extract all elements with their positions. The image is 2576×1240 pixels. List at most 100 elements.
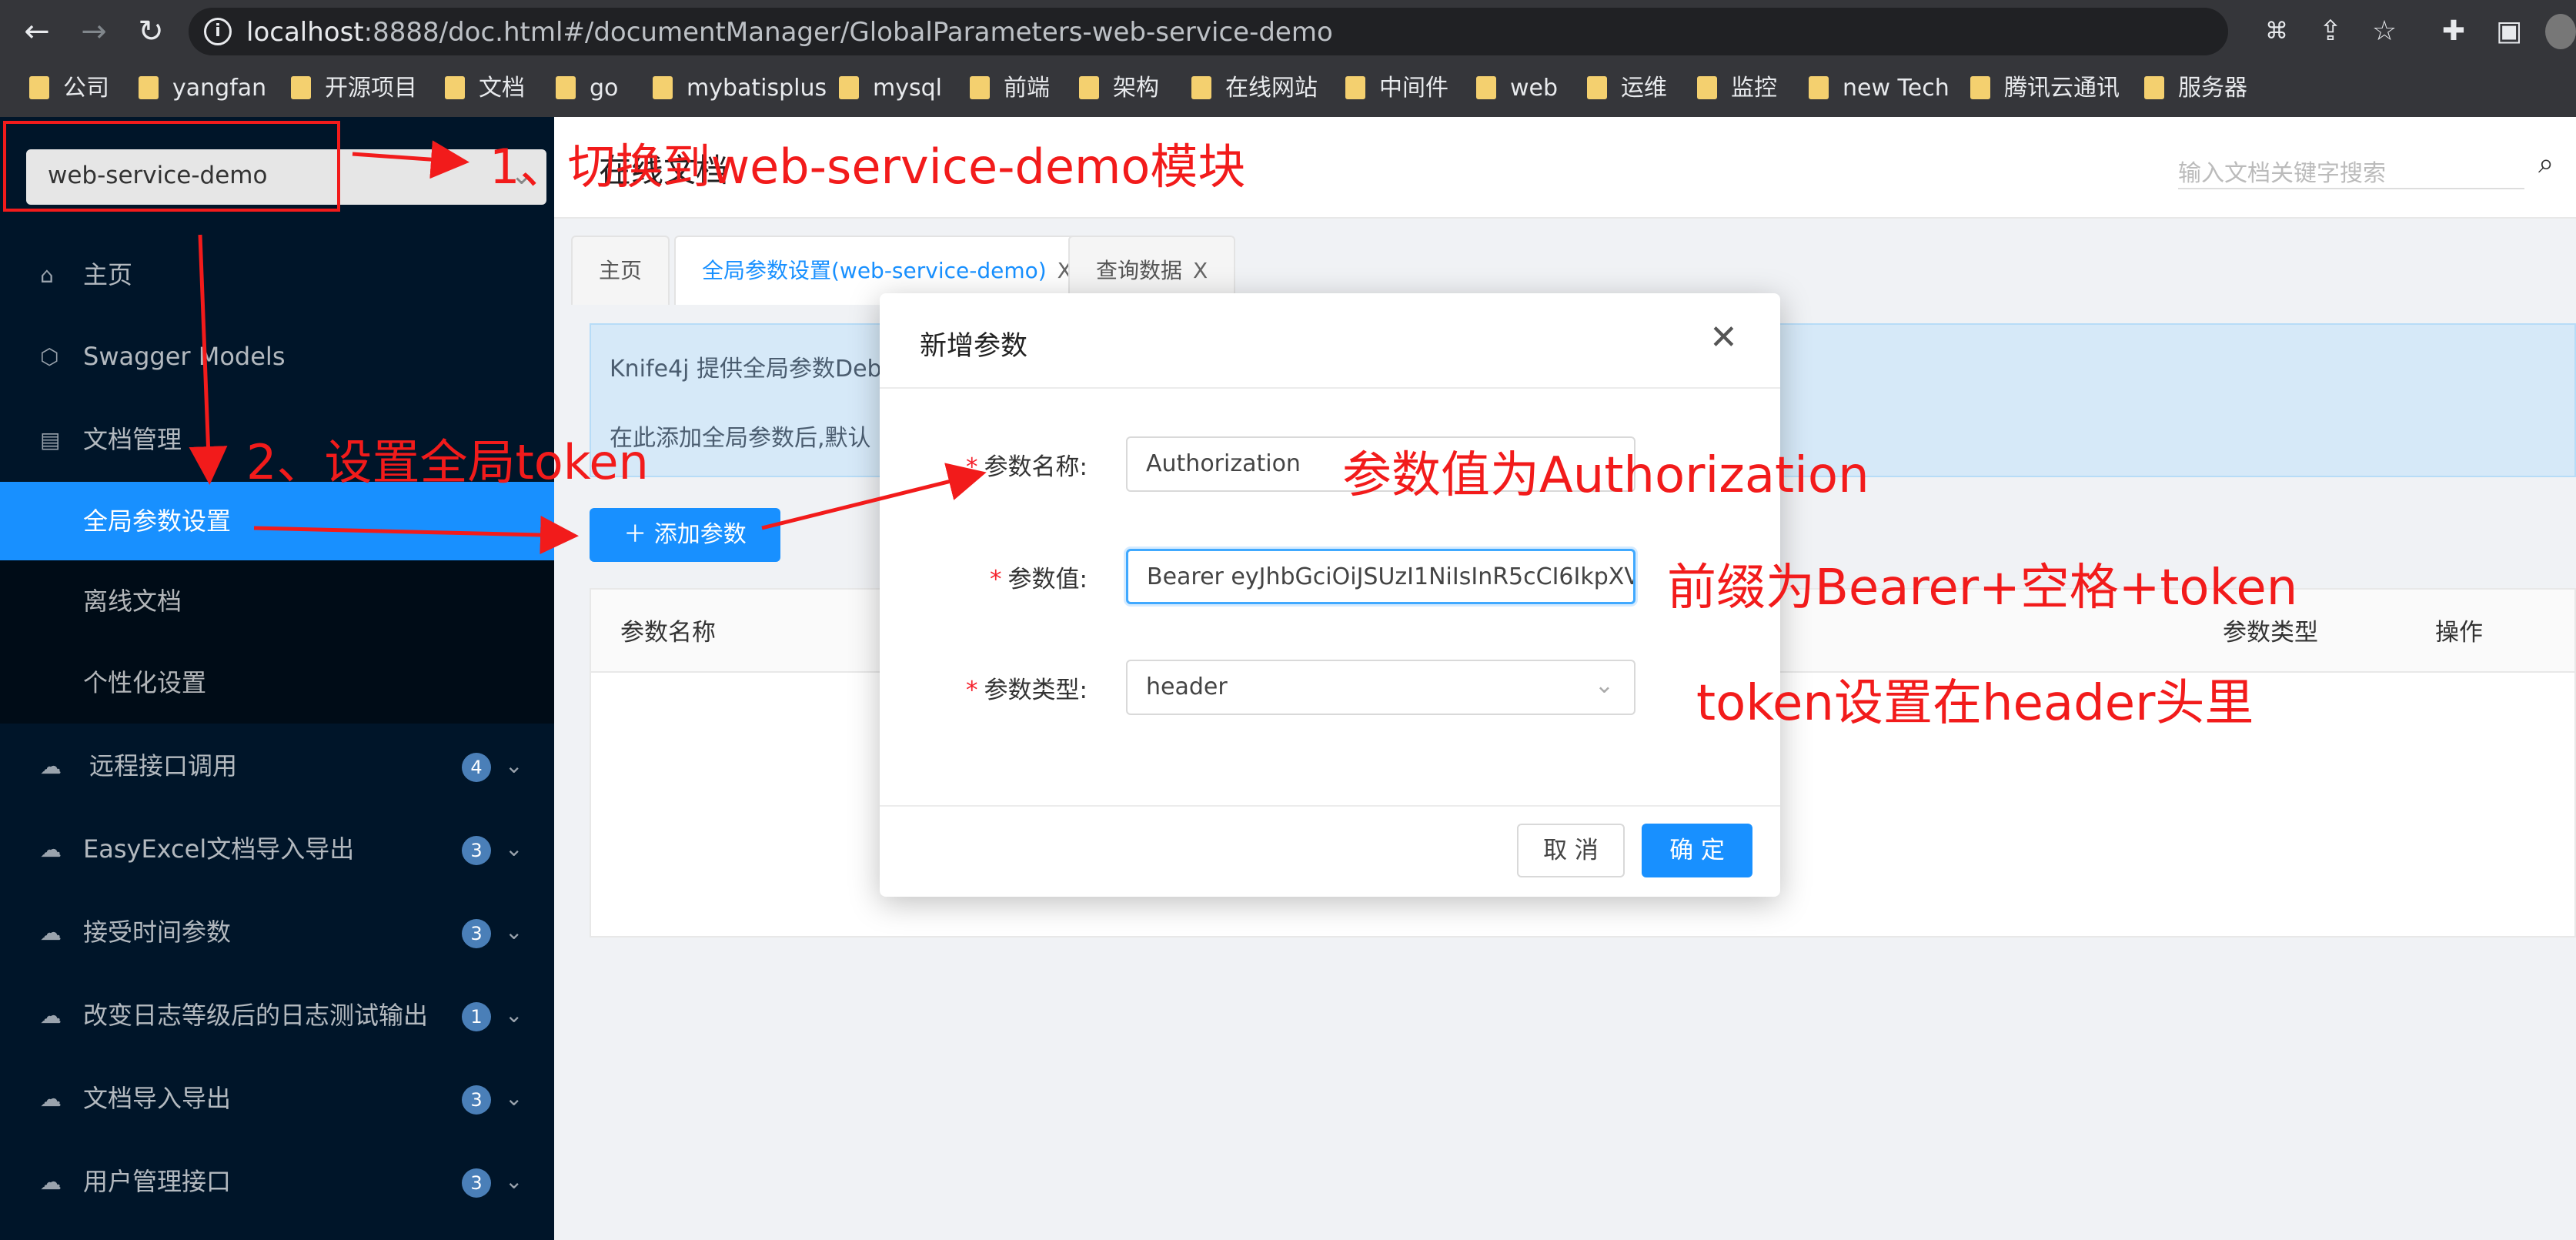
folder-icon xyxy=(556,76,576,99)
chevron-down-icon: ⌄ xyxy=(1594,672,1614,699)
count-badge: 3 xyxy=(462,1085,491,1115)
browser-chrome: ← → ↻ i localhost:8888/doc.html#/documen… xyxy=(0,0,2576,117)
bookmarks-bar: 公司 yangfan 开源项目 文档 go mybatisplus mysql … xyxy=(0,66,2576,111)
folder-icon xyxy=(653,76,673,99)
alert-line-2: 在此添加全局参数后,默认 xyxy=(610,425,871,452)
sidebar-item-swagger-models[interactable]: ⬡ Swagger Models xyxy=(0,316,554,397)
sidebar: web-service-demo ⌄ ⌂ 主页 ⬡ Swagger Models… xyxy=(0,117,554,1240)
sidebar-item-easyexcel[interactable]: ☁ EasyExcel文档导入导出 3 ⌄ xyxy=(0,808,554,890)
folder-icon xyxy=(445,76,465,99)
divider xyxy=(880,805,1780,807)
chevron-down-icon: ⌄ xyxy=(505,919,523,944)
sidebar-item-personal-settings[interactable]: 个性化设置 xyxy=(0,642,554,724)
bookmark-item[interactable]: 架构 xyxy=(1079,66,1159,111)
folder-icon xyxy=(839,76,859,99)
annotation-step-2: 2、设置全局token xyxy=(246,434,649,490)
document-icon: ▤ xyxy=(40,427,61,453)
extensions-icon[interactable]: ✚ xyxy=(2436,14,2471,49)
modal-title: 新增参数 xyxy=(920,331,1028,362)
alert-line-1: Knife4j 提供全局参数Deb xyxy=(610,356,882,383)
sidebar-item-home[interactable]: ⌂ 主页 xyxy=(0,234,554,316)
folder-icon xyxy=(139,76,159,99)
cancel-button[interactable]: 取 消 xyxy=(1517,824,1625,877)
param-value-label: * 参数值: xyxy=(990,566,1088,593)
close-icon[interactable]: X xyxy=(1193,258,1208,283)
bookmark-item[interactable]: yangfan xyxy=(139,66,266,111)
folder-icon xyxy=(1079,76,1099,99)
sidebar-item-remote-api[interactable]: ☁ 远程接口调用 4 ⌄ xyxy=(0,725,554,807)
column-header: 操作 xyxy=(2435,619,2483,647)
bookmark-item[interactable]: new Tech xyxy=(1809,66,1950,111)
reload-icon[interactable]: ↻ xyxy=(128,12,174,51)
sidebar-item-doc-import-export[interactable]: ☁ 文档导入导出 3 ⌄ xyxy=(0,1058,554,1139)
url-text[interactable]: localhost:8888/doc.html#/documentManager… xyxy=(246,17,1333,48)
count-badge: 3 xyxy=(462,919,491,948)
bookmark-item[interactable]: 运维 xyxy=(1587,66,1667,111)
bookmark-item[interactable]: 文档 xyxy=(445,66,525,111)
add-param-modal: 新增参数 ✕ * 参数名称: Authorization * 参数值: Bearer… xyxy=(880,293,1780,897)
bookmark-item[interactable]: 服务器 xyxy=(2144,66,2247,111)
param-value-input[interactable]: Bearer eyJhbGciOiJSUzI1NiIsInR5cCI6IkpXV… xyxy=(1126,549,1635,604)
bookmark-item[interactable]: 腾讯云通讯 xyxy=(1970,66,2120,111)
annotation-note-type: token设置在header头里 xyxy=(1696,675,2254,732)
param-type-label: * 参数类型: xyxy=(966,677,1088,704)
bookmark-item[interactable]: 前端 xyxy=(970,66,1050,111)
tab-bar: 主页 全局参数设置(web-service-demo) X 查询数据 X xyxy=(554,219,2576,305)
param-name-label: * 参数名称: xyxy=(966,453,1088,481)
star-icon[interactable]: ☆ xyxy=(2367,14,2402,49)
bookmark-item[interactable]: 中间件 xyxy=(1345,66,1448,111)
divider xyxy=(880,387,1780,389)
search-input[interactable]: 输入文档关键字搜索 xyxy=(2178,148,2524,189)
folder-icon xyxy=(2144,76,2164,99)
folder-icon xyxy=(29,76,49,99)
cloud-icon: ☁ xyxy=(40,1169,62,1195)
cloud-icon: ☁ xyxy=(40,837,62,862)
home-icon: ⌂ xyxy=(40,262,54,288)
folder-icon xyxy=(1345,76,1365,99)
sidebar-item-offline-docs[interactable]: 离线文档 xyxy=(0,560,554,642)
count-badge: 3 xyxy=(462,836,491,865)
annotation-step-1: 1、切换到web-service-demo模块 xyxy=(489,139,1246,195)
bookmark-item[interactable]: 开源项目 xyxy=(291,66,417,111)
sidepanel-icon[interactable]: ▣ xyxy=(2491,14,2527,49)
cloud-icon: ☁ xyxy=(40,1003,62,1028)
annotation-note-name: 参数值为Authorization xyxy=(1342,447,1869,504)
count-badge: 3 xyxy=(462,1168,491,1198)
folder-icon xyxy=(970,76,990,99)
address-bar[interactable]: i localhost:8888/doc.html#/documentManag… xyxy=(189,8,2228,55)
forward-icon[interactable]: → xyxy=(71,12,117,51)
sidebar-item-time-params[interactable]: ☁ 接受时间参数 3 ⌄ xyxy=(0,891,554,973)
translate-icon[interactable]: ⌘ xyxy=(2259,14,2294,49)
folder-icon xyxy=(1587,76,1607,99)
add-param-button[interactable]: ＋ 添加参数 xyxy=(590,508,780,562)
folder-icon xyxy=(1970,76,1990,99)
search-icon[interactable]: ⌕ xyxy=(2538,148,2569,179)
share-icon[interactable]: ⇪ xyxy=(2313,14,2348,49)
chevron-down-icon: ⌄ xyxy=(505,753,523,778)
bookmark-item[interactable]: go xyxy=(556,66,618,111)
bookmark-item[interactable]: 公司 xyxy=(29,66,109,111)
ok-button[interactable]: 确 定 xyxy=(1642,824,1752,877)
box-icon: ⬡ xyxy=(40,344,59,369)
bookmark-item[interactable]: mysql xyxy=(839,66,942,111)
folder-icon xyxy=(291,76,311,99)
chevron-down-icon: ⌄ xyxy=(505,1168,523,1194)
cloud-icon: ☁ xyxy=(40,1086,62,1111)
sidebar-item-global-params[interactable]: 全局参数设置 xyxy=(0,482,554,560)
sidebar-item-user-api[interactable]: ☁ 用户管理接口 3 ⌄ xyxy=(0,1141,554,1222)
bookmark-item[interactable]: 在线网站 xyxy=(1191,66,1318,111)
bookmark-item[interactable]: web xyxy=(1476,66,1558,111)
tab-home[interactable]: 主页 xyxy=(571,236,670,305)
bookmark-item[interactable]: mybatisplus xyxy=(653,66,827,111)
sidebar-item-log-level[interactable]: ☁ 改变日志等级后的日志测试输出 1 ⌄ xyxy=(0,974,554,1056)
bookmark-item[interactable]: 监控 xyxy=(1697,66,1777,111)
profile-avatar[interactable] xyxy=(2545,14,2576,49)
cloud-icon: ☁ xyxy=(40,920,62,945)
folder-icon xyxy=(1191,76,1211,99)
param-type-select[interactable]: header ⌄ xyxy=(1126,660,1635,715)
chevron-down-icon: ⌄ xyxy=(505,1085,523,1111)
site-info-icon[interactable]: i xyxy=(204,18,232,45)
close-icon[interactable]: ✕ xyxy=(1709,321,1738,355)
plus-icon: ＋ xyxy=(623,521,654,548)
back-icon[interactable]: ← xyxy=(14,12,60,51)
